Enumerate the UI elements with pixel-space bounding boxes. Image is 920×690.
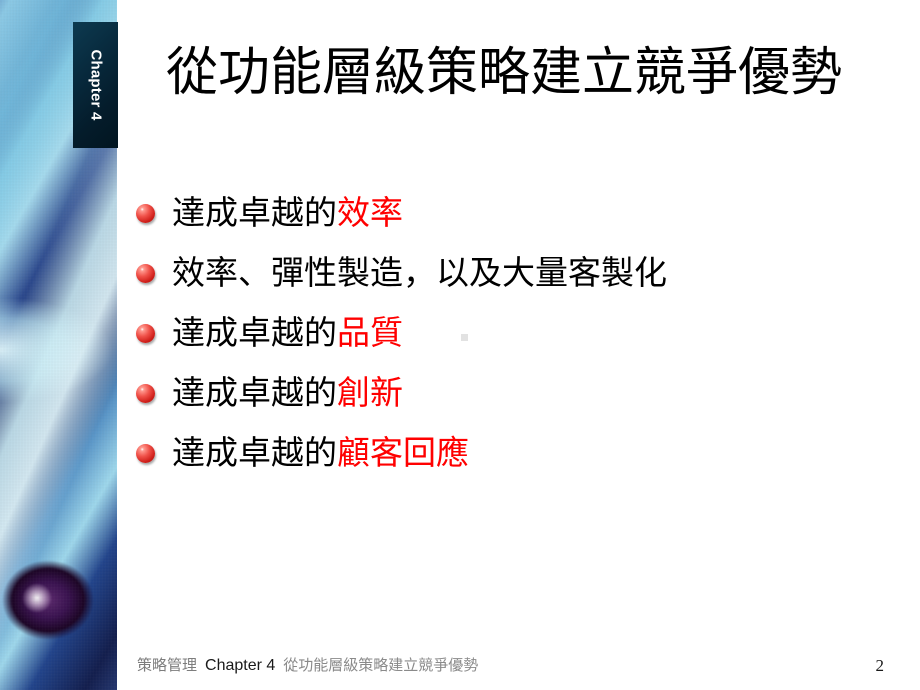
footer-chapter: Chapter 4 bbox=[205, 657, 276, 674]
list-item-lead: 達成卓越的 bbox=[172, 193, 337, 232]
red-sphere-bullet-icon bbox=[136, 263, 155, 283]
footer: 策略管理 Chapter 4 從功能層級策略建立競爭優勢 bbox=[137, 655, 478, 676]
list-item-text: 達成卓越的效率 bbox=[172, 194, 896, 232]
list-item-text: 效率、彈性製造，以及大量客製化 bbox=[172, 254, 896, 292]
list-item: 效率、彈性製造，以及大量客製化 bbox=[136, 243, 896, 303]
page-title: 從功能層級策略建立競爭優勢 bbox=[166, 43, 843, 103]
list-item-text: 達成卓越的顧客回應 bbox=[172, 434, 896, 472]
chapter-badge-label: Chapter 4 bbox=[87, 49, 104, 121]
list-item-lead: 達成卓越的 bbox=[172, 373, 337, 412]
list-item-accent: 創新 bbox=[337, 373, 403, 412]
list-item: 達成卓越的品質 bbox=[136, 303, 896, 363]
footer-subject: 從功能層級策略建立競爭優勢 bbox=[283, 656, 479, 674]
list-item-lead: 效率、彈性製造，以及大量客製化 bbox=[172, 253, 667, 292]
bullet-list: 達成卓越的效率 效率、彈性製造，以及大量客製化 達成卓越的品質 達成卓越的創新 … bbox=[136, 183, 896, 483]
red-sphere-bullet-icon bbox=[136, 443, 155, 463]
list-item: 達成卓越的創新 bbox=[136, 363, 896, 423]
page-number: 2 bbox=[875, 656, 885, 675]
list-item-text: 達成卓越的品質 bbox=[172, 314, 896, 352]
chapter-badge: Chapter 4 bbox=[73, 22, 118, 148]
list-item-lead: 達成卓越的 bbox=[172, 433, 337, 472]
slide-canvas: Chapter 4 從功能層級策略建立競爭優勢 達成卓越的效率 效率、彈性製造，… bbox=[0, 0, 920, 690]
list-item-lead: 達成卓越的 bbox=[172, 313, 337, 352]
list-item: 達成卓越的效率 bbox=[136, 183, 896, 243]
list-item-accent: 品質 bbox=[337, 313, 403, 352]
red-sphere-bullet-icon bbox=[136, 203, 155, 223]
list-item: 達成卓越的顧客回應 bbox=[136, 423, 896, 483]
stray-artifact-dot bbox=[461, 334, 468, 341]
list-item-accent: 顧客回應 bbox=[337, 433, 469, 472]
red-sphere-bullet-icon bbox=[136, 383, 155, 403]
red-sphere-bullet-icon bbox=[136, 323, 155, 343]
footer-course: 策略管理 bbox=[137, 656, 198, 674]
list-item-text: 達成卓越的創新 bbox=[172, 374, 896, 412]
list-item-accent: 效率 bbox=[337, 193, 403, 232]
